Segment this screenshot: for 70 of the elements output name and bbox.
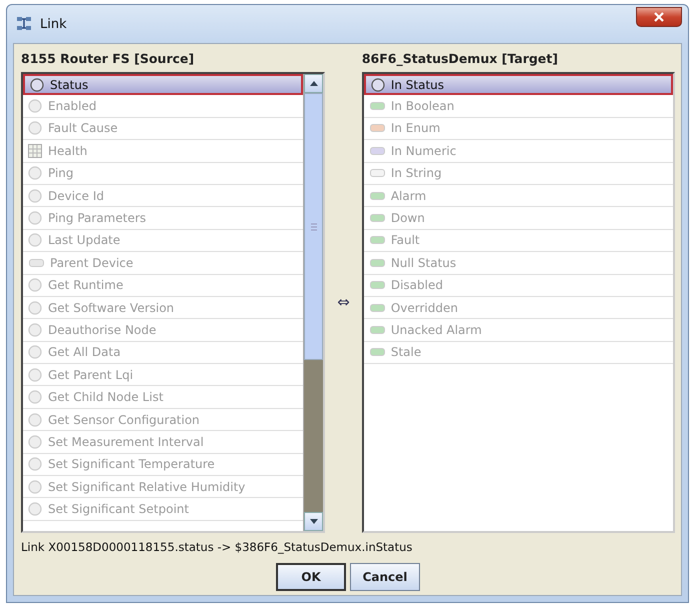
circle-icon (28, 166, 42, 180)
circle-icon (30, 78, 44, 92)
circle-icon (28, 188, 42, 203)
circle-icon (28, 368, 42, 382)
slot-item[interactable]: Down (364, 207, 673, 230)
scroll-thumb[interactable] (304, 93, 324, 360)
slot-item[interactable]: Unacked Alarm (364, 319, 673, 342)
slot-item[interactable]: In Enum (364, 118, 673, 140)
slot-item[interactable]: Get Runtime (23, 274, 304, 297)
grip-icon (310, 222, 317, 230)
circle-icon (28, 322, 42, 337)
slot-item[interactable]: Get Sensor Configuration (23, 408, 304, 432)
slot-item[interactable]: Stale (364, 342, 673, 364)
up-arrow-icon (310, 81, 318, 86)
link-arrow: ⇔ (337, 292, 350, 310)
slot-item[interactable]: Deauthorise Node (23, 319, 304, 342)
slot-item[interactable]: Status (23, 74, 304, 96)
slot-item[interactable]: Get Child Node List (23, 386, 304, 409)
slot-item[interactable]: Ping Parameters (23, 207, 304, 230)
circle-icon (28, 211, 42, 226)
ok-button[interactable]: OK (276, 563, 346, 591)
circle-icon (28, 502, 42, 516)
circle-icon (28, 121, 42, 136)
circle-icon (28, 390, 42, 404)
slot-item[interactable]: Disabled (364, 274, 673, 297)
slot-item[interactable]: Fault (364, 230, 673, 252)
circle-icon (370, 78, 385, 92)
slot-item[interactable]: Alarm (364, 184, 673, 208)
scrollbar[interactable] (303, 74, 324, 531)
circle-icon (28, 99, 42, 114)
circle-icon (28, 233, 42, 248)
slot-item[interactable]: In String (364, 162, 673, 185)
slot-item[interactable]: Get Software Version (23, 296, 304, 320)
grid-icon (28, 144, 42, 158)
scroll-down-button[interactable] (304, 512, 324, 531)
slot-item[interactable]: Set Significant Relative Humidity (23, 476, 304, 498)
slot-item[interactable]: Overridden (364, 296, 673, 320)
cancel-button[interactable]: Cancel (350, 563, 420, 591)
source-heading: 8155 Router FS [Source] (21, 50, 196, 68)
slot-item[interactable]: In Boolean (364, 95, 673, 118)
slot-item[interactable]: Get Parent Lqi (23, 364, 304, 386)
circle-icon (28, 300, 42, 315)
target-heading: 86F6_StatusDemux [Target] (362, 50, 559, 68)
window-title: Link (40, 16, 67, 32)
slot-item[interactable]: Device Id (23, 184, 304, 208)
down-arrow-icon (310, 519, 318, 524)
circle-icon (28, 412, 42, 427)
slot-item[interactable]: Null Status (364, 252, 673, 275)
close-button[interactable] (636, 7, 682, 27)
slot-item[interactable]: Set Significant Setpoint (23, 498, 304, 521)
slot-item[interactable]: Enabled (23, 95, 304, 118)
slot-item[interactable]: Parent Device (23, 252, 304, 275)
circle-icon (28, 457, 42, 472)
slot-item[interactable]: Ping (23, 162, 304, 185)
slot-item[interactable]: Set Measurement Interval (23, 431, 304, 454)
slot-item[interactable]: Fault Cause (23, 118, 304, 140)
slot-item[interactable]: Health (23, 140, 304, 163)
close-icon (654, 12, 664, 22)
slot-item[interactable]: Set Significant Temperature (23, 454, 304, 476)
scroll-up-button[interactable] (304, 74, 324, 93)
circle-icon (28, 345, 42, 360)
circle-icon (28, 480, 42, 494)
circle-icon (28, 278, 42, 292)
slot-item[interactable]: Get All Data (23, 342, 304, 364)
link-path-text: Link X00158D0000118155.status -> $386F6_StatusDemux.inStatus (21, 539, 414, 556)
slot-item[interactable]: In Status (364, 74, 673, 96)
slot-item[interactable]: Last Update (23, 230, 304, 252)
link-nodes-icon (16, 16, 34, 32)
circle-icon (28, 434, 42, 449)
slot-item[interactable]: In Numeric (364, 140, 673, 163)
